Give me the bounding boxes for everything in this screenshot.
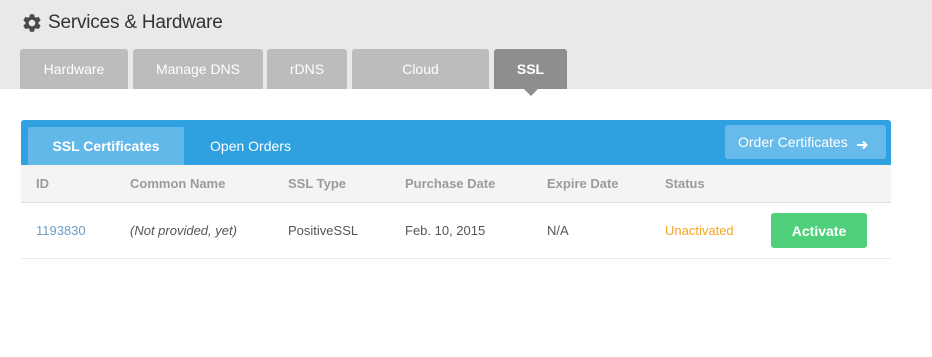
column-header-ssl-type: SSL Type [288, 176, 347, 191]
subtab-open-orders[interactable]: Open Orders [193, 127, 308, 165]
tab-ssl[interactable]: SSL [494, 49, 567, 96]
column-header-status: Status [665, 176, 705, 191]
page-header: Services & Hardware Hardware Manage DNS … [0, 0, 932, 96]
activate-button[interactable]: Activate [771, 213, 867, 248]
ssl-type-cell: PositiveSSL [288, 223, 359, 238]
column-header-common-name: Common Name [130, 176, 226, 191]
common-name-cell: (Not provided, yet) [130, 223, 237, 238]
table-row: 1193830 (Not provided, yet) PositiveSSL … [21, 203, 891, 259]
activate-button-label: Activate [791, 222, 847, 239]
arrow-right-icon [856, 137, 869, 150]
tab-cloud[interactable]: Cloud [352, 49, 489, 89]
order-certificates-label: Order Certificates [738, 134, 848, 150]
subtab-ssl-certificates-label: SSL Certificates [52, 138, 160, 154]
expire-date-cell: N/A [547, 223, 569, 238]
status-cell: Unactivated [665, 223, 734, 238]
page-title-text: Services & Hardware [48, 12, 223, 33]
tab-manage-dns[interactable]: Manage DNS [133, 49, 263, 89]
order-certificates-button[interactable]: Order Certificates [725, 125, 886, 159]
tab-hardware[interactable]: Hardware [20, 49, 128, 89]
tab-rdns-label: rDNS [289, 61, 325, 77]
active-tab-caret [523, 89, 538, 96]
page-title: Services & Hardware [21, 12, 223, 34]
column-header-purchase-date: Purchase Date [405, 176, 496, 191]
subtab-ssl-certificates[interactable]: SSL Certificates [28, 127, 184, 171]
table-header: ID Common Name SSL Type Purchase Date Ex… [21, 165, 891, 203]
column-header-id: ID [36, 176, 49, 191]
tab-ssl-label: SSL [516, 61, 545, 77]
panel-tab-bar: SSL Certificates Open Orders Order Certi… [21, 117, 891, 171]
tab-cloud-label: Cloud [402, 61, 439, 77]
tab-manage-dns-label: Manage DNS [155, 61, 241, 77]
ssl-panel: SSL Certificates Open Orders Order Certi… [21, 117, 891, 259]
column-header-expire-date: Expire Date [547, 176, 619, 191]
subtab-open-orders-label: Open Orders [210, 138, 291, 154]
purchase-date-cell: Feb. 10, 2015 [405, 223, 486, 238]
tab-hardware-label: Hardware [43, 61, 105, 77]
tab-rdns[interactable]: rDNS [267, 49, 347, 89]
gear-icon [21, 12, 43, 34]
panel-notch [411, 117, 415, 120]
certificate-id-link[interactable]: 1193830 [36, 203, 86, 259]
